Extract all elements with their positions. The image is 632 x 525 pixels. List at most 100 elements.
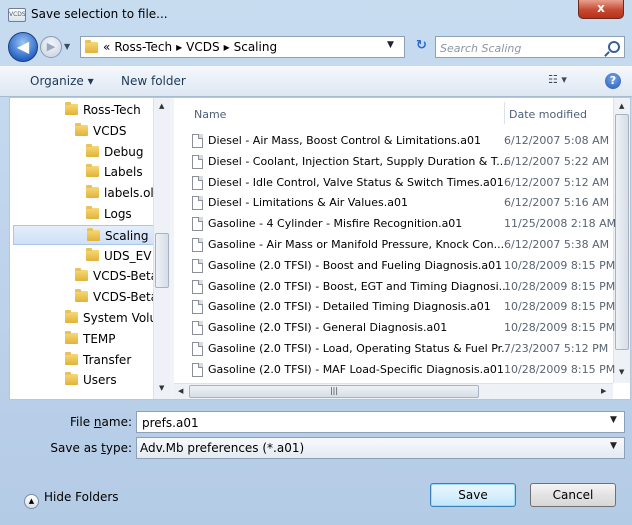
nav-tree-label: Labels — [104, 165, 143, 180]
scroll-left-arrow-icon[interactable]: ◀ — [178, 387, 183, 395]
folder-icon — [75, 122, 88, 136]
file-name: Gasoline (2.0 TFSI) - Load, Operating St… — [208, 342, 508, 355]
nav-tree-item[interactable]: Labels — [86, 162, 143, 182]
nav-tree-item[interactable]: Scaling — [13, 224, 165, 245]
file-row[interactable]: Gasoline (2.0 TFSI) - MAF Load-Specific … — [192, 360, 617, 380]
folder-icon — [86, 206, 99, 219]
file-row[interactable]: Gasoline (2.0 TFSI) - Boost, EGT and Tim… — [192, 277, 617, 297]
breadcrumb-separator[interactable]: ▸ — [176, 40, 182, 54]
nav-tree-item[interactable]: TEMP — [65, 329, 116, 349]
file-row[interactable]: Gasoline - 4 Cylinder - Misfire Recognit… — [192, 214, 617, 234]
refresh-button[interactable]: ↻ — [412, 36, 431, 58]
file-name: Gasoline (2.0 TFSI) - Detailed Timing Di… — [208, 300, 491, 314]
file-list-horizontal-scrollbar[interactable]: ◀ ||| ▶ — [174, 383, 613, 399]
file-icon — [192, 362, 203, 377]
hide-folders-button[interactable]: ▲ Hide Folders — [24, 490, 119, 509]
nav-tree-item[interactable]: Debug — [86, 142, 143, 162]
forward-button[interactable]: ▶ — [40, 36, 62, 58]
nav-tree-item[interactable]: VCDS — [75, 121, 126, 141]
nav-tree-label: VCDS-Beta — [93, 269, 159, 284]
file-row[interactable]: Diesel - Coolant, Injection Start, Suppl… — [192, 152, 617, 172]
nav-tree-label: TEMP — [83, 331, 116, 346]
folder-icon — [65, 330, 78, 344]
change-view-button[interactable]: ☷ ▾ — [548, 73, 567, 86]
nav-tree-item[interactable]: VCDS-Beta — [75, 266, 158, 286]
breadcrumb-item[interactable]: VCDS — [186, 40, 219, 54]
nav-tree-label: Transfer — [83, 352, 132, 367]
scroll-up-arrow-icon[interactable]: ▲ — [159, 102, 164, 110]
scroll-up-arrow-icon[interactable]: ▲ — [619, 102, 624, 110]
breadcrumb-separator[interactable]: « — [103, 40, 110, 54]
nav-pane-scrollbar[interactable]: ▲ ▼ — [153, 98, 170, 399]
nav-tree-item[interactable]: Transfer — [65, 350, 131, 370]
file-icon — [192, 300, 203, 315]
new-folder-button[interactable]: New folder — [121, 74, 186, 88]
save-dialog: VCDS Save selection to file... x ◀ ▶ ▼ «… — [0, 0, 632, 525]
search-box[interactable] — [435, 36, 625, 58]
nav-tree-item[interactable]: Logs — [86, 204, 132, 224]
file-row[interactable]: Gasoline (2.0 TFSI) - General Diagnosis.… — [192, 318, 617, 338]
file-name-dropdown-icon[interactable]: ▼ — [610, 415, 617, 425]
address-dropdown-icon[interactable]: ▼ — [387, 40, 394, 50]
file-icon — [192, 258, 203, 273]
file-row[interactable]: Diesel - Air Mass, Boost Control & Limit… — [192, 131, 617, 151]
address-bar[interactable]: « Ross-Tech ▸ VCDS ▸ Scaling ▼ — [80, 36, 405, 58]
column-header-date-modified[interactable]: Date modified — [509, 98, 587, 127]
nav-tree-label: System Volur — [83, 311, 163, 325]
file-icon — [192, 175, 203, 190]
file-row[interactable]: Diesel - Idle Control, Valve Status & Sw… — [192, 173, 617, 193]
recent-pages-dropdown[interactable]: ▼ — [64, 42, 70, 51]
folder-icon — [75, 268, 88, 282]
organize-button[interactable]: Organize ▾ — [30, 74, 94, 88]
save-as-type-dropdown-icon[interactable]: ▼ — [610, 441, 617, 451]
save-as-type-select[interactable]: Adv.Mb preferences (*.a01) ▼ — [136, 437, 625, 459]
scroll-down-arrow-icon[interactable]: ▼ — [159, 384, 164, 392]
nav-tree-label: Users — [83, 373, 117, 388]
file-hscroll-thumb[interactable]: ||| — [189, 385, 479, 398]
file-date-modified: 6/12/2007 5:16 AM — [504, 196, 610, 210]
hide-folders-label: Hide Folders — [44, 490, 119, 504]
nav-tree-item[interactable]: VCDS-Beta — [75, 287, 158, 307]
search-input[interactable] — [438, 38, 602, 58]
file-name: Gasoline (2.0 TFSI) - MAF Load-Specific … — [208, 362, 504, 376]
nav-tree-item[interactable]: Users — [65, 370, 117, 390]
dialog-footer: ▲ Hide Folders Save Cancel — [0, 470, 632, 525]
scroll-right-arrow-icon[interactable]: ▶ — [601, 387, 606, 395]
file-name-combobox[interactable]: ▼ — [136, 411, 625, 433]
column-divider[interactable] — [504, 102, 505, 124]
file-row[interactable]: Gasoline (2.0 TFSI) - Boost and Fueling … — [192, 256, 617, 276]
column-header-name[interactable]: Name — [194, 98, 226, 127]
folder-icon — [65, 310, 78, 323]
file-date-modified: 7/23/2007 5:12 PM — [504, 342, 609, 355]
help-button[interactable]: ? — [605, 73, 621, 89]
nav-tree-item[interactable]: System Volur — [65, 308, 162, 328]
file-icon — [192, 217, 203, 232]
file-row[interactable]: Gasoline (2.0 TFSI) - Detailed Timing Di… — [192, 297, 617, 317]
close-button[interactable]: x — [578, 0, 624, 19]
navigation-row: ◀ ▶ ▼ « Ross-Tech ▸ VCDS ▸ Scaling ▼ ↻ — [0, 30, 632, 64]
cancel-button[interactable]: Cancel — [530, 483, 616, 507]
folder-icon — [65, 102, 78, 115]
nav-tree-item[interactable]: UDS_EV — [86, 246, 151, 266]
file-row[interactable]: Gasoline (2.0 TFSI) - Load, Operating St… — [192, 339, 617, 359]
nav-tree-item[interactable]: Ross-Tech — [65, 100, 141, 120]
file-date-modified: 11/25/2008 2:18 AM — [504, 217, 617, 231]
breadcrumb-item[interactable]: Ross-Tech — [114, 40, 172, 54]
window-title: Save selection to file... — [31, 7, 168, 21]
navigation-pane: Users Transfer TEMP System Volur VCDS-Beta VC… — [10, 98, 170, 399]
breadcrumb-separator[interactable]: ▸ — [224, 40, 230, 54]
breadcrumb: « Ross-Tech ▸ VCDS ▸ Scaling — [103, 40, 281, 54]
breadcrumb-item[interactable]: Scaling — [234, 40, 277, 54]
file-row[interactable]: Gasoline - Air Mass or Manifold Pressure… — [192, 235, 617, 255]
file-date-modified: 10/28/2009 8:15 PM — [504, 300, 616, 314]
file-row[interactable]: Diesel - Limitations & Air Values.a01 6/1… — [192, 193, 617, 213]
nav-scroll-thumb[interactable] — [155, 233, 169, 288]
back-button[interactable]: ◀ — [8, 32, 38, 62]
app-icon: VCDS — [8, 8, 26, 22]
chevron-up-icon: ▲ — [24, 494, 39, 509]
file-name-input[interactable] — [140, 414, 604, 432]
search-icon[interactable] — [608, 41, 620, 53]
save-button[interactable]: Save — [430, 483, 516, 507]
browser-area: Users Transfer TEMP System Volur VCDS-Beta VC… — [9, 97, 631, 400]
nav-tree-item[interactable]: labels.old — [86, 183, 161, 203]
